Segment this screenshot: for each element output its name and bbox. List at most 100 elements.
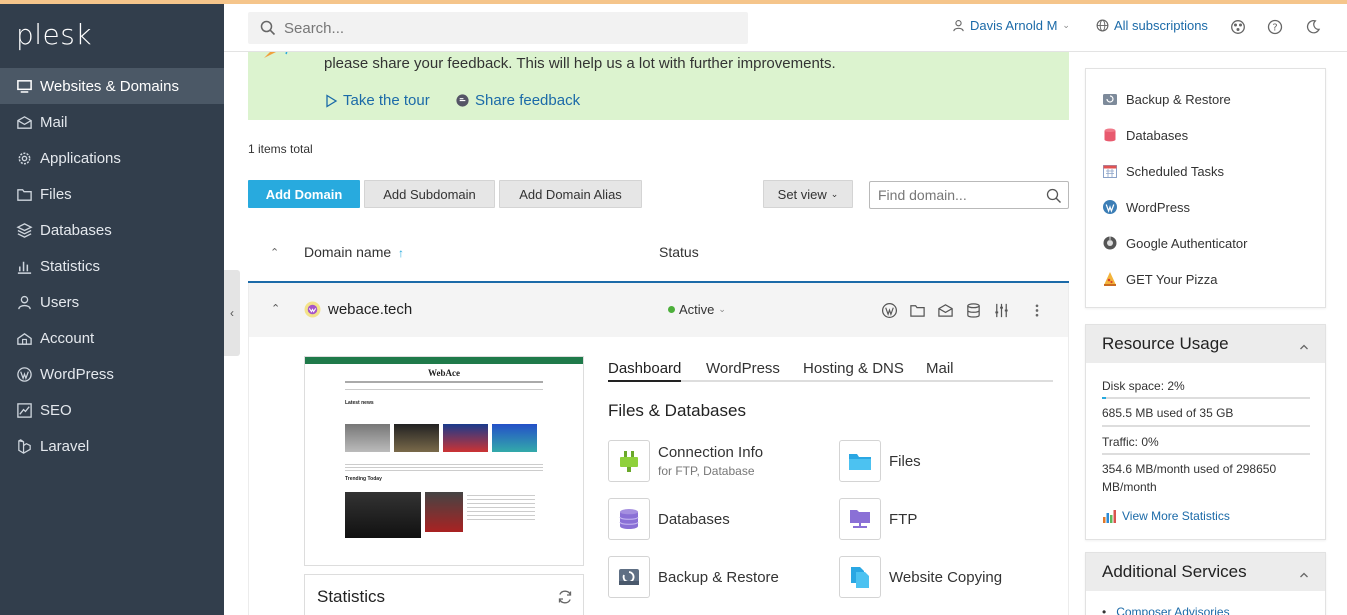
add-domain-button[interactable]: Add Domain — [248, 180, 360, 208]
preview-image — [425, 492, 463, 532]
plug-icon — [608, 440, 650, 482]
search-placeholder: Search... — [284, 19, 345, 37]
sidebar-item-databases[interactable]: Databases — [0, 212, 224, 248]
sidebar-item-statistics[interactable]: Statistics — [0, 248, 224, 284]
preview-topbar — [305, 357, 583, 364]
sidebar-item-mail[interactable]: Mail — [0, 104, 224, 140]
folder-icon — [839, 440, 881, 482]
banner-text: please share your feedback. This will he… — [324, 55, 836, 72]
site-preview-thumbnail[interactable]: WebAce Latest news Trending Today — [304, 356, 584, 566]
preview-text-lines — [345, 462, 543, 472]
extensions-icon[interactable] — [1230, 19, 1251, 35]
sidebar-item-applications[interactable]: Applications — [0, 140, 224, 176]
wordpress-icon[interactable] — [880, 301, 898, 319]
share-feedback-link[interactable]: Share feedback — [455, 92, 580, 109]
chevron-up-icon — [1299, 337, 1309, 357]
database-icon[interactable] — [964, 301, 982, 319]
composer-advisories-link[interactable]: • Composer Advisories — [1102, 605, 1230, 615]
share-feedback-label: Share feedback — [475, 92, 581, 109]
add-subdomain-button[interactable]: Add Subdomain — [364, 180, 495, 208]
website-copying-tile[interactable]: Website Copying — [839, 556, 1002, 598]
database-icon — [608, 498, 650, 540]
domain-status-dropdown[interactable]: Active ⌄ — [668, 302, 726, 317]
statistics-title: Statistics — [317, 587, 386, 606]
ftp-tile[interactable]: FTP — [839, 498, 917, 540]
backup-restore-tile[interactable]: Backup & Restore — [608, 556, 779, 598]
additional-services-header[interactable]: Additional Services — [1086, 553, 1325, 591]
chat-icon — [456, 94, 469, 107]
collapse-all-icon[interactable]: ⌃ — [270, 246, 279, 259]
sidebar-item-wordpress[interactable]: WordPress — [0, 356, 224, 392]
right-link-wordpress[interactable]: WordPress — [1102, 199, 1190, 215]
tab-mail[interactable]: Mail — [926, 360, 954, 382]
statistics-card: Statistics — [304, 574, 584, 615]
plesk-logo[interactable]: plesk — [16, 18, 92, 51]
domain-tabs: Dashboard WordPress Hosting & DNS Mail — [608, 360, 1053, 382]
right-link-get-your-pizza[interactable]: GET Your Pizza — [1102, 271, 1218, 287]
databases-tile[interactable]: Databases — [608, 498, 730, 540]
view-more-statistics-link[interactable]: View More Statistics — [1102, 509, 1230, 523]
seo-icon — [17, 402, 32, 418]
subscriptions-menu[interactable]: All subscriptions — [1096, 18, 1208, 33]
resource-usage-header[interactable]: Resource Usage — [1086, 325, 1325, 363]
preview-image — [394, 424, 439, 452]
database-icon — [1102, 127, 1118, 143]
search-input[interactable]: Search... — [248, 12, 748, 44]
sidebar-collapse-toggle[interactable]: ‹ — [224, 270, 240, 356]
chevron-up-icon — [1299, 565, 1309, 585]
tab-wordpress[interactable]: WordPress — [706, 360, 780, 382]
play-icon — [326, 93, 338, 108]
sidebar-item-files[interactable]: Files — [0, 176, 224, 212]
right-link-scheduled-tasks[interactable]: Scheduled Tasks — [1102, 163, 1224, 179]
more-options-icon[interactable] — [1028, 301, 1046, 319]
set-view-button[interactable]: Set view ⌄ — [763, 180, 853, 208]
disk-space-bar — [1102, 397, 1310, 399]
help-icon[interactable]: ? — [1267, 19, 1288, 35]
right-link-backup-restore[interactable]: Backup & Restore — [1102, 91, 1231, 107]
ftp-icon — [839, 498, 881, 540]
preview-tagline — [345, 381, 543, 383]
sidebar-item-label: WordPress — [40, 365, 114, 383]
sidebar-item-label: Databases — [40, 221, 112, 239]
connection-info-tile[interactable]: Connection Info for FTP, Database — [608, 440, 763, 482]
database-icon — [16, 222, 33, 238]
tab-dashboard[interactable]: Dashboard — [608, 360, 682, 382]
tab-hosting-dns[interactable]: Hosting & DNS — [803, 360, 904, 382]
divider — [1102, 425, 1310, 427]
domain-name-column-header[interactable]: Domain name ↑ — [304, 244, 404, 260]
chevron-down-icon: ⌄ — [830, 188, 839, 199]
right-link-label: Scheduled Tasks — [1126, 163, 1225, 179]
right-link-databases[interactable]: Databases — [1102, 127, 1188, 143]
sidebar-item-label: SEO — [40, 401, 72, 419]
user-menu[interactable]: Davis Arnold M ⌄ — [952, 18, 1070, 33]
sidebar-item-account[interactable]: Account — [0, 320, 224, 356]
right-link-google-authenticator[interactable]: Google Authenticator — [1102, 235, 1247, 251]
sidebar-item-laravel[interactable]: Laravel — [0, 428, 224, 464]
folder-icon[interactable] — [908, 301, 926, 319]
take-tour-link[interactable]: Take the tour — [324, 92, 430, 109]
find-domain-input[interactable]: Find domain... — [869, 181, 1069, 209]
domain-name-link[interactable]: webace.tech — [304, 301, 412, 318]
collapse-row-icon[interactable]: ⌃ — [271, 302, 280, 315]
sidebar-item-websites-domains[interactable]: Websites & Domains — [0, 68, 224, 104]
preview-image — [345, 424, 390, 452]
tile-label: Connection Info — [658, 444, 764, 461]
mail-icon[interactable] — [936, 301, 954, 319]
wordpress-icon — [1102, 199, 1118, 215]
folder-icon — [17, 188, 32, 201]
chevron-left-icon: ‹ — [230, 306, 234, 320]
sidebar-item-users[interactable]: Users — [0, 284, 224, 320]
settings-sliders-icon[interactable] — [992, 301, 1010, 319]
files-tile[interactable]: Files — [839, 440, 921, 482]
backup-icon — [608, 556, 650, 598]
user-icon — [953, 20, 964, 32]
sidebar-item-seo[interactable]: SEO — [0, 392, 224, 428]
chevron-down-icon: ⌄ — [718, 304, 726, 314]
preview-image — [345, 492, 421, 538]
globe-icon — [1096, 19, 1109, 32]
refresh-icon[interactable] — [557, 589, 573, 605]
dark-mode-icon[interactable] — [1306, 19, 1326, 34]
user-icon — [18, 295, 31, 309]
add-domain-alias-button[interactable]: Add Domain Alias — [499, 180, 642, 208]
site-favicon-icon — [304, 301, 321, 318]
